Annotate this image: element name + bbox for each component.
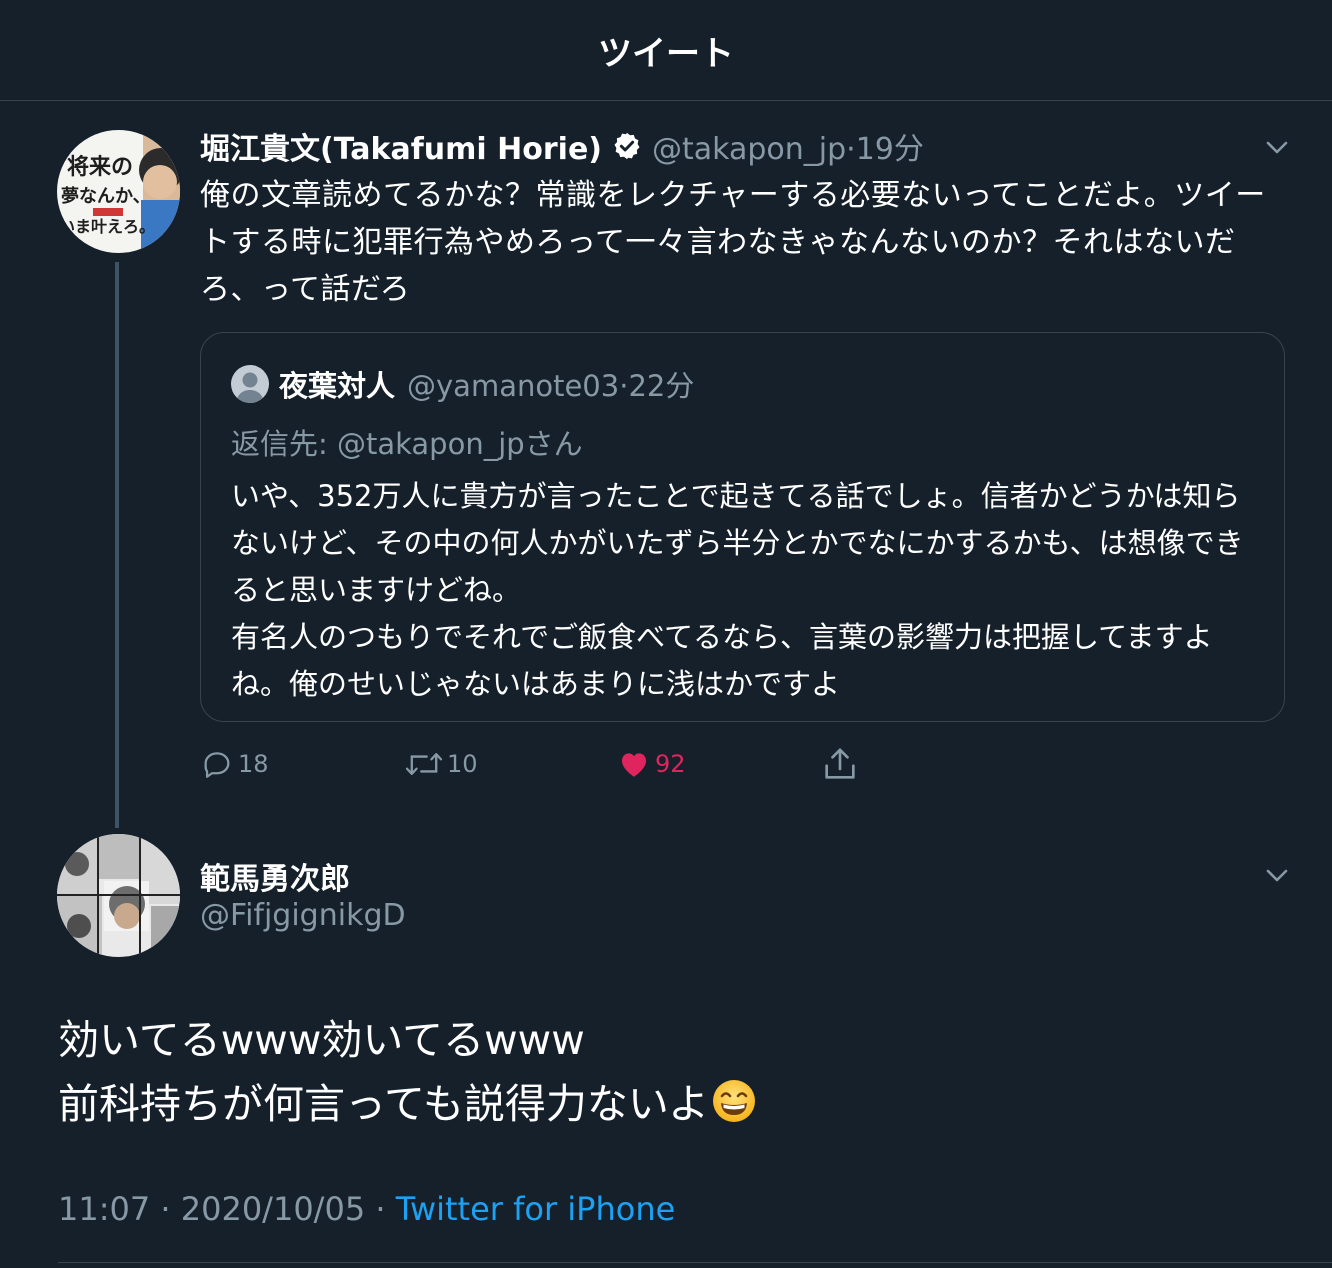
avatar-book-title-3: いま叶えろ。	[59, 217, 155, 236]
tweet2-more-chevron-down-icon[interactable]	[1262, 860, 1292, 890]
share-button[interactable]	[820, 742, 864, 786]
tweet2-time: 11:07	[58, 1190, 151, 1228]
quoted-time: 22分	[628, 369, 695, 403]
avatar-book-title-1: 将来の	[67, 154, 133, 180]
quoted-default-avatar-icon	[231, 365, 269, 403]
reply-icon	[204, 752, 230, 778]
grinning-face-emoji-icon	[711, 1078, 757, 1124]
quoted-handle-time: @yamanote03·22分	[407, 363, 694, 405]
tweet2-text-line2: 前科持ちが何言っても説得力ないよ	[58, 1080, 710, 1128]
tweet2-text: 効いてるwww効いてるwww 前科持ちが何言っても説得力ないよ	[58, 1008, 1278, 1136]
quoted-tweet-header: 夜葉対人 @yamanote03·22分	[231, 363, 694, 405]
quoted-handle: @yamanote03	[407, 369, 620, 403]
retweet-button[interactable]: 10	[405, 742, 478, 786]
top-bar: ツイート	[0, 0, 1332, 101]
retweet-count: 10	[447, 750, 478, 778]
tweet1-handle-time[interactable]: @takapon_jp·19分	[652, 124, 924, 168]
separator-dot: ·	[846, 132, 856, 167]
avatar-book-title-2: 夢なんか、	[61, 186, 151, 207]
reply-count: 18	[238, 750, 269, 778]
tweet1-text: 俺の文章読めてるかな？常識をレクチャーする必要ないってことだよ。ツイートする時に…	[200, 178, 1266, 307]
tweet2-handle[interactable]: @FifjgignikgD	[200, 898, 406, 933]
heart-filled-icon	[621, 753, 647, 777]
verified-badge-icon	[612, 131, 642, 161]
reply-button[interactable]: 18	[200, 742, 269, 786]
tweet2-avatar[interactable]	[57, 834, 180, 957]
like-count: 92	[655, 750, 686, 778]
share-icon	[825, 748, 855, 779]
tweet2-author-name[interactable]: 範馬勇次郎	[200, 854, 350, 898]
separator-dot: ·	[150, 1190, 181, 1228]
tweet2-text-line1: 効いてるwww効いてるwww	[58, 1016, 585, 1064]
quoted-author-name: 夜葉対人	[279, 369, 396, 403]
separator-dot: ·	[365, 1190, 396, 1228]
divider	[58, 1262, 1332, 1263]
retweet-icon	[405, 753, 443, 775]
tweet1-time[interactable]: 19分	[856, 132, 924, 167]
thread-connector-line	[115, 262, 119, 828]
quoted-tweet-card[interactable]: 夜葉対人 @yamanote03·22分 返信先: @takapon_jpさん …	[200, 332, 1285, 722]
quoted-reply-to: 返信先: @takapon_jpさん	[231, 427, 583, 461]
quoted-tweet-text: いや、352万人に貴方が言ったことで起きてる話でしょ。信者かどうかは知らないけど…	[231, 479, 1244, 701]
tweet2-meta: 11:07 · 2020/10/05 · Twitter for iPhone	[58, 1190, 675, 1228]
tweet2-date: 2020/10/05	[180, 1190, 366, 1228]
tweet1-avatar[interactable]: 将来の 夢なんか、 いま叶えろ。	[57, 130, 180, 253]
tweet1-more-chevron-down-icon[interactable]	[1262, 132, 1292, 162]
like-button[interactable]: 92	[617, 742, 686, 786]
tweet1-header: 堀江貴文(Takafumi Horie) @takapon_jp·19分	[200, 124, 924, 168]
page-title: ツイート	[598, 33, 734, 74]
tweet2-source-link[interactable]: Twitter for iPhone	[396, 1190, 676, 1228]
tweet1-author-name[interactable]: 堀江貴文(Takafumi Horie)	[200, 124, 602, 168]
tweet1-handle[interactable]: @takapon_jp	[652, 132, 846, 167]
